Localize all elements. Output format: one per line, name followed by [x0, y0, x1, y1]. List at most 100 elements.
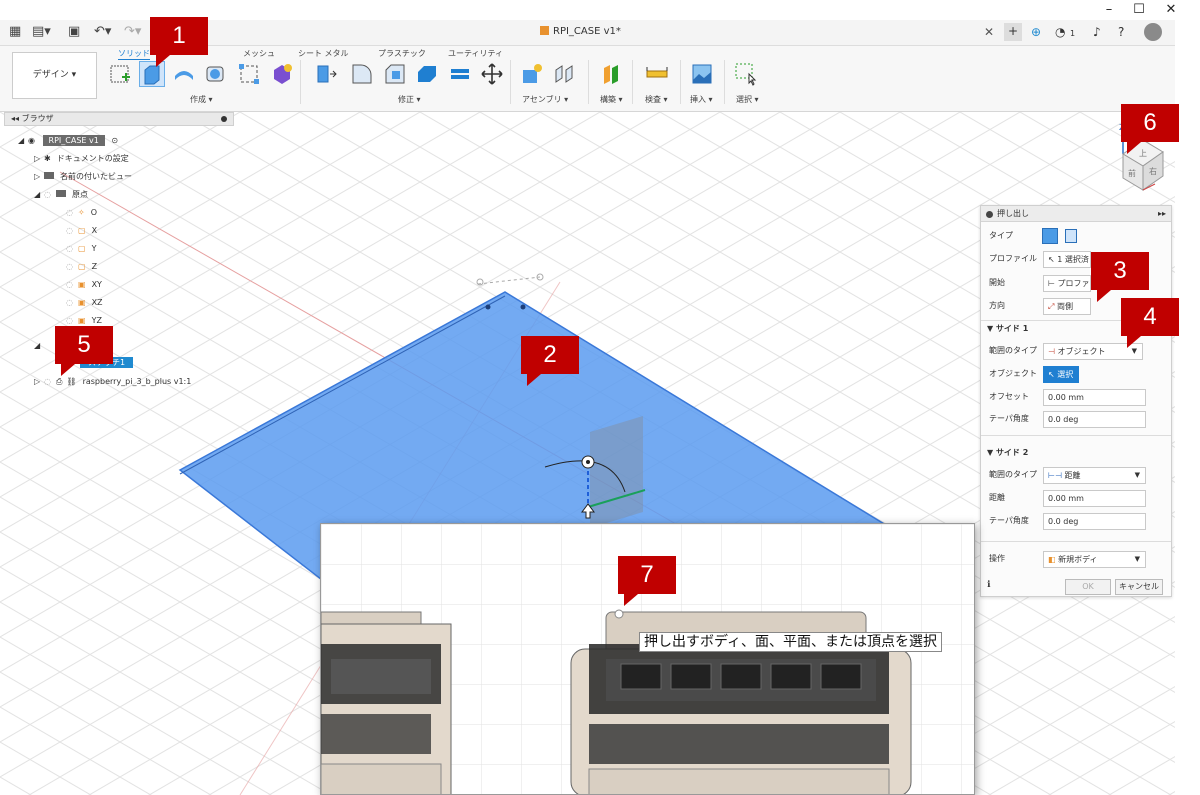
file-menu-icon[interactable]: ▤▾ [32, 24, 51, 40]
visibility-icon[interactable]: ◌ [66, 258, 78, 276]
tree-item-xy-plane[interactable]: ◌ ▣ XY [66, 276, 102, 294]
side2-header[interactable]: ▼ サイド 2 [987, 446, 1028, 460]
tab-mesh[interactable]: メッシュ [243, 48, 275, 59]
extent2-dropdown[interactable]: ⊢⊣ 距離 ▼ [1043, 467, 1146, 484]
offset-row: オフセット 0.00 mm [981, 387, 1171, 407]
notifications-icon[interactable]: ♪ [1093, 24, 1101, 40]
tree-item-y-axis[interactable]: ◌ ▢ Y [66, 240, 96, 258]
offset-plane-icon[interactable] [600, 62, 624, 86]
tab-sheet-metal[interactable]: シート メタル [298, 48, 349, 59]
new-component-icon[interactable] [520, 62, 544, 86]
tree-item-origin[interactable]: ◢ ◌ 原点 [34, 186, 88, 204]
loft-icon[interactable] [237, 62, 261, 86]
type-extrude-icon[interactable] [1042, 228, 1058, 244]
taper1-input[interactable]: 0.0 deg [1043, 411, 1146, 428]
apps-grid-icon[interactable]: ▦ [9, 24, 21, 40]
object-select-button[interactable]: ↖ 選択 [1043, 366, 1079, 383]
tab-plastic[interactable]: プラスチック [378, 48, 426, 59]
type-thin-extrude-icon[interactable] [1065, 229, 1077, 243]
direction-dropdown[interactable]: ⤢ 両側 [1043, 298, 1091, 315]
undo-icon[interactable]: ↶▾ [94, 24, 111, 40]
tree-item-named-views[interactable]: ▷ 名前の付いたビュー [34, 168, 132, 186]
tree-item-document-settings[interactable]: ▷ ✱ ドキュメントの設定 [34, 150, 129, 168]
cancel-button[interactable]: キャンセル [1115, 579, 1163, 595]
construct-group-label[interactable]: 構築 ▾ [600, 94, 623, 105]
tree-item-component[interactable]: ▷ ◌ ⎙ ⛓ raspberry_pi_3_b_plus v1:1 [34, 373, 191, 391]
revolve-icon[interactable] [172, 62, 196, 86]
combine-icon[interactable] [448, 62, 472, 86]
tree-root[interactable]: ◢ ◉ RPI_CASE v1 ⊙ [18, 132, 118, 150]
tree-item-x-axis[interactable]: ◌ ▢ X [66, 222, 97, 240]
redo-icon[interactable]: ↷▾ [124, 24, 141, 40]
radio-activate-icon[interactable]: ⊙ [111, 136, 118, 145]
assemble-group-label[interactable]: アセンブリ ▾ [522, 94, 568, 105]
taper2-input[interactable]: 0.0 deg [1043, 513, 1146, 530]
document-tab[interactable]: RPI_CASE v1* [540, 25, 621, 39]
tree-item-sketches[interactable]: ◢ [34, 337, 44, 355]
dialog-expand-icon[interactable]: ▸▸ [1158, 206, 1166, 222]
modify-group-label[interactable]: 修正 ▾ [398, 94, 421, 105]
distance-input[interactable]: 0.00 mm [1043, 490, 1146, 507]
workspace-switcher[interactable]: デザイン ▾ [12, 52, 97, 99]
ribbon-separator [724, 60, 725, 104]
help-icon[interactable]: ? [1118, 24, 1124, 40]
tab-utility[interactable]: ユーティリティ [448, 48, 503, 59]
offset-input[interactable]: 0.00 mm [1043, 389, 1146, 406]
browser-pin-icon[interactable] [221, 116, 227, 122]
side1-header[interactable]: ▼ サイド 1 [987, 322, 1028, 336]
info-icon[interactable]: ℹ [987, 580, 990, 590]
browser-title: ブラウザ [21, 114, 54, 123]
tree-item-label: 名前の付いたビュー [60, 172, 132, 181]
ribbon-separator [680, 60, 681, 104]
visibility-icon[interactable]: ◌ [66, 240, 78, 258]
ok-button[interactable]: OK [1065, 579, 1111, 595]
profile-selector[interactable]: ↖ 1 選択済 [1043, 251, 1091, 268]
tree-item-xz-plane[interactable]: ◌ ▣ XZ [66, 294, 103, 312]
visibility-icon[interactable]: ◌ [66, 294, 78, 312]
fillet-icon[interactable] [350, 62, 374, 86]
visibility-icon[interactable]: ◌ [66, 276, 78, 294]
close-window-button[interactable]: ✕ [1156, 1, 1186, 19]
measure-icon[interactable] [645, 62, 669, 86]
tree-item-origin-point[interactable]: ◌ ✧ O [66, 204, 97, 222]
browser-collapse-icon[interactable]: ◂◂ [11, 114, 19, 123]
tab-close-icon[interactable]: ✕ [984, 24, 994, 40]
press-pull-icon[interactable] [314, 62, 338, 86]
plane-icon: ▣ [78, 298, 86, 307]
select-icon[interactable] [734, 62, 758, 86]
tab-solid[interactable]: ソリッド [118, 48, 150, 60]
inspect-group-label[interactable]: 検査 ▾ [645, 94, 668, 105]
job-status-icon[interactable]: ◔ [1055, 24, 1065, 40]
extrude-dialog-header[interactable]: 押し出し ▸▸ [981, 206, 1171, 222]
chamfer-icon[interactable] [383, 62, 407, 86]
select-group-label[interactable]: 選択 ▾ [736, 94, 759, 105]
insert-group-label[interactable]: 挿入 ▾ [690, 94, 713, 105]
object-row: オブジェクト ↖ 選択 [981, 364, 1171, 384]
maximize-button[interactable]: ☐ [1124, 1, 1154, 19]
joint-icon[interactable] [552, 62, 576, 86]
new-tab-button[interactable]: + [1004, 23, 1022, 41]
save-icon[interactable]: ▣ [68, 24, 80, 40]
rib-icon[interactable] [270, 62, 294, 86]
operation-dropdown[interactable]: ◧ 新規ボディ ▼ [1043, 551, 1146, 568]
tree-item-z-axis[interactable]: ◌ ▢ Z [66, 258, 97, 276]
create-sketch-icon[interactable] [108, 62, 132, 86]
start-dropdown[interactable]: ⊢ プロファイル [1043, 275, 1091, 292]
insert-canvas-icon[interactable] [690, 62, 714, 86]
sweep-icon[interactable] [204, 62, 228, 86]
shell-icon[interactable] [415, 62, 439, 86]
visibility-icon[interactable]: ◌ [66, 204, 78, 222]
visibility-icon[interactable]: ◌ [44, 373, 56, 391]
tree-item-label: XY [91, 280, 102, 289]
move-icon[interactable] [480, 62, 504, 86]
create-group-label[interactable]: 作成 ▾ [190, 94, 213, 105]
sketch-point [485, 304, 491, 310]
visibility-icon[interactable]: ◌ [66, 222, 78, 240]
selection-tooltip: 押し出すボディ、面、平面、または頂点を選択 [639, 632, 943, 652]
browser-header[interactable]: ◂◂ ブラウザ [4, 112, 234, 126]
avatar[interactable] [1144, 23, 1162, 41]
minimize-button[interactable]: – [1094, 1, 1124, 19]
visibility-icon[interactable]: ◌ [44, 186, 56, 204]
extensions-icon[interactable]: ⊕ [1031, 24, 1041, 40]
taper1-label: テーパ角度 [989, 414, 1029, 423]
